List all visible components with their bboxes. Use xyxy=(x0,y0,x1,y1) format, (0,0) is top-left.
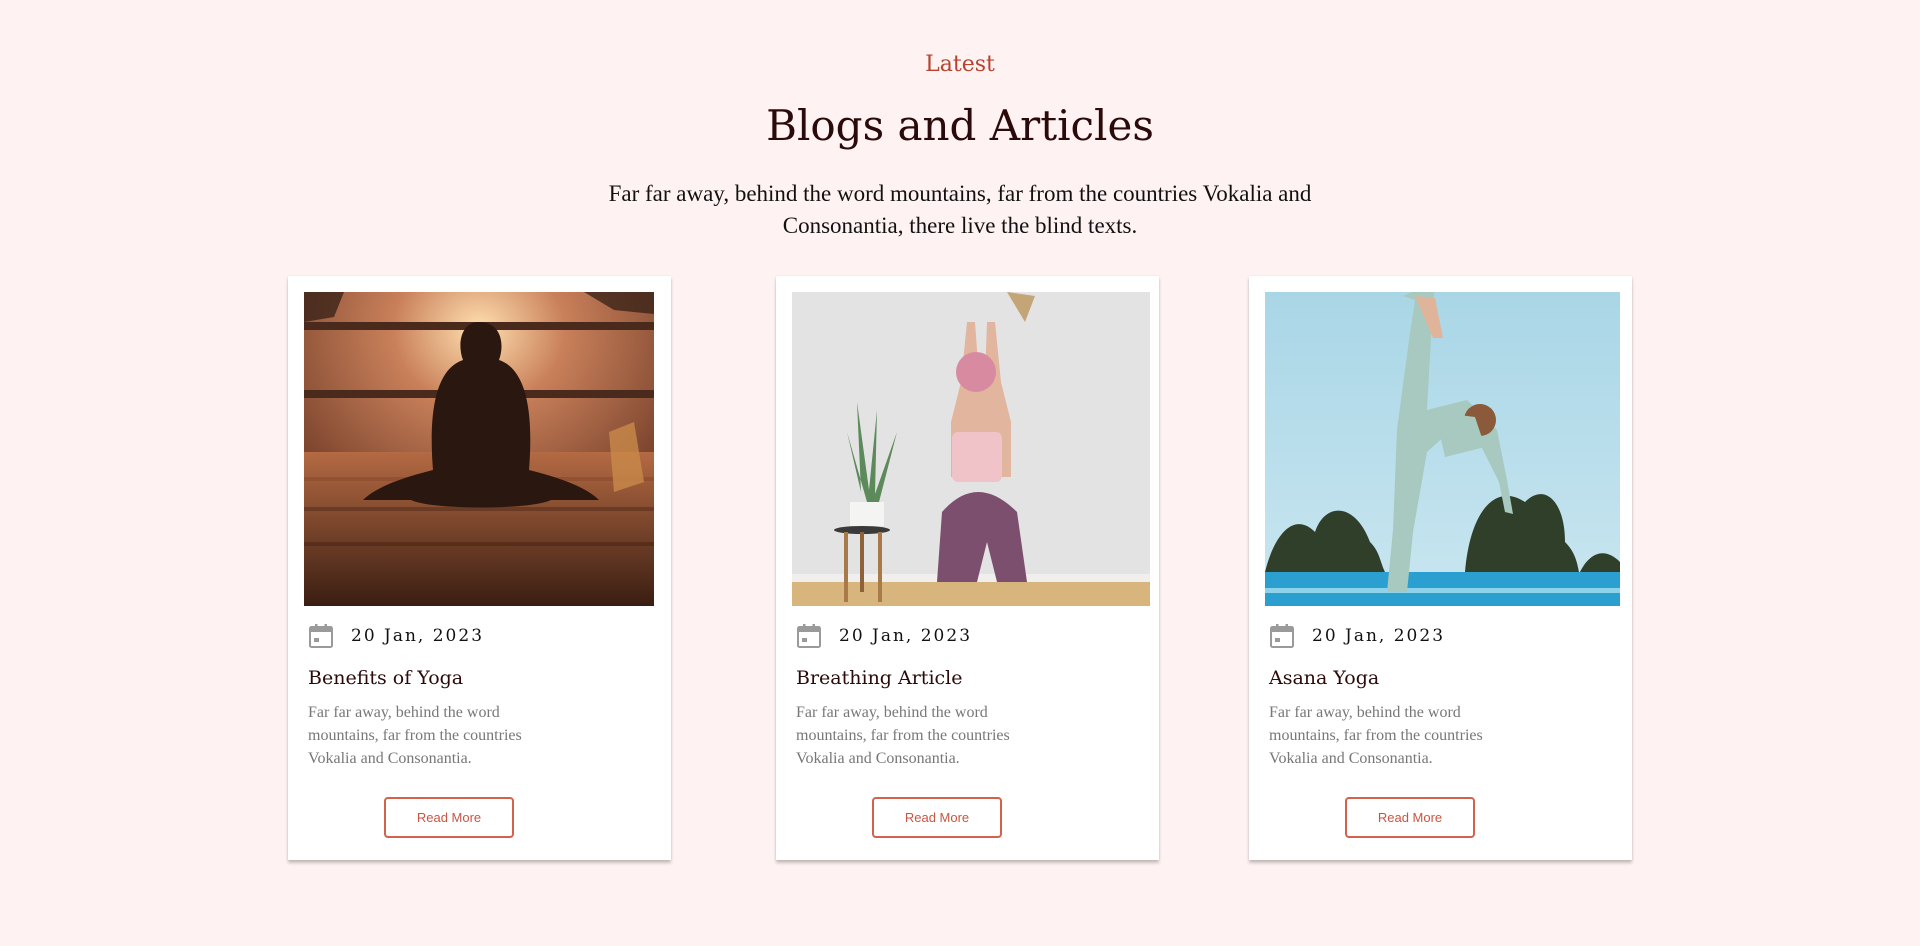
post-meta: 20 Jan, 2023 xyxy=(308,621,484,651)
asana-yoga-photo[interactable] xyxy=(1265,292,1620,606)
calendar-icon xyxy=(796,623,822,649)
post-meta: 20 Jan, 2023 xyxy=(796,621,972,651)
post-excerpt: Far far away, behind the word mountains,… xyxy=(1269,704,1483,767)
post-meta: 20 Jan, 2023 xyxy=(1269,621,1445,651)
section-eyebrow: Latest xyxy=(925,52,995,77)
post-excerpt: Far far away, behind the word mountains,… xyxy=(796,704,1010,767)
yoga-meditation-photo[interactable] xyxy=(304,292,654,606)
section-title: Blogs and Articles xyxy=(766,101,1154,150)
post-date: 20 Jan, 2023 xyxy=(351,626,485,646)
read-more-button[interactable]: Read More xyxy=(872,797,1002,838)
post-date: 20 Jan, 2023 xyxy=(839,626,973,646)
section-subtitle: Far far away, behind the word mountains,… xyxy=(608,181,1312,238)
post-excerpt: Far far away, behind the word mountains,… xyxy=(308,704,522,767)
read-more-button[interactable]: Read More xyxy=(1345,797,1475,838)
blog-card: 20 Jan, 2023 Benefits of Yoga Far far aw… xyxy=(288,276,671,860)
post-date: 20 Jan, 2023 xyxy=(1312,626,1446,646)
read-more-button[interactable]: Read More xyxy=(384,797,514,838)
post-title[interactable]: Benefits of Yoga xyxy=(308,664,463,692)
post-title[interactable]: Asana Yoga xyxy=(1269,664,1379,692)
calendar-icon xyxy=(1269,623,1295,649)
blog-card: 20 Jan, 2023 Asana Yoga Far far away, be… xyxy=(1249,276,1632,860)
yoga-breathing-photo[interactable] xyxy=(792,292,1150,606)
post-title[interactable]: Breathing Article xyxy=(796,664,962,692)
blog-card: 20 Jan, 2023 Breathing Article Far far a… xyxy=(776,276,1159,860)
calendar-icon xyxy=(308,623,334,649)
